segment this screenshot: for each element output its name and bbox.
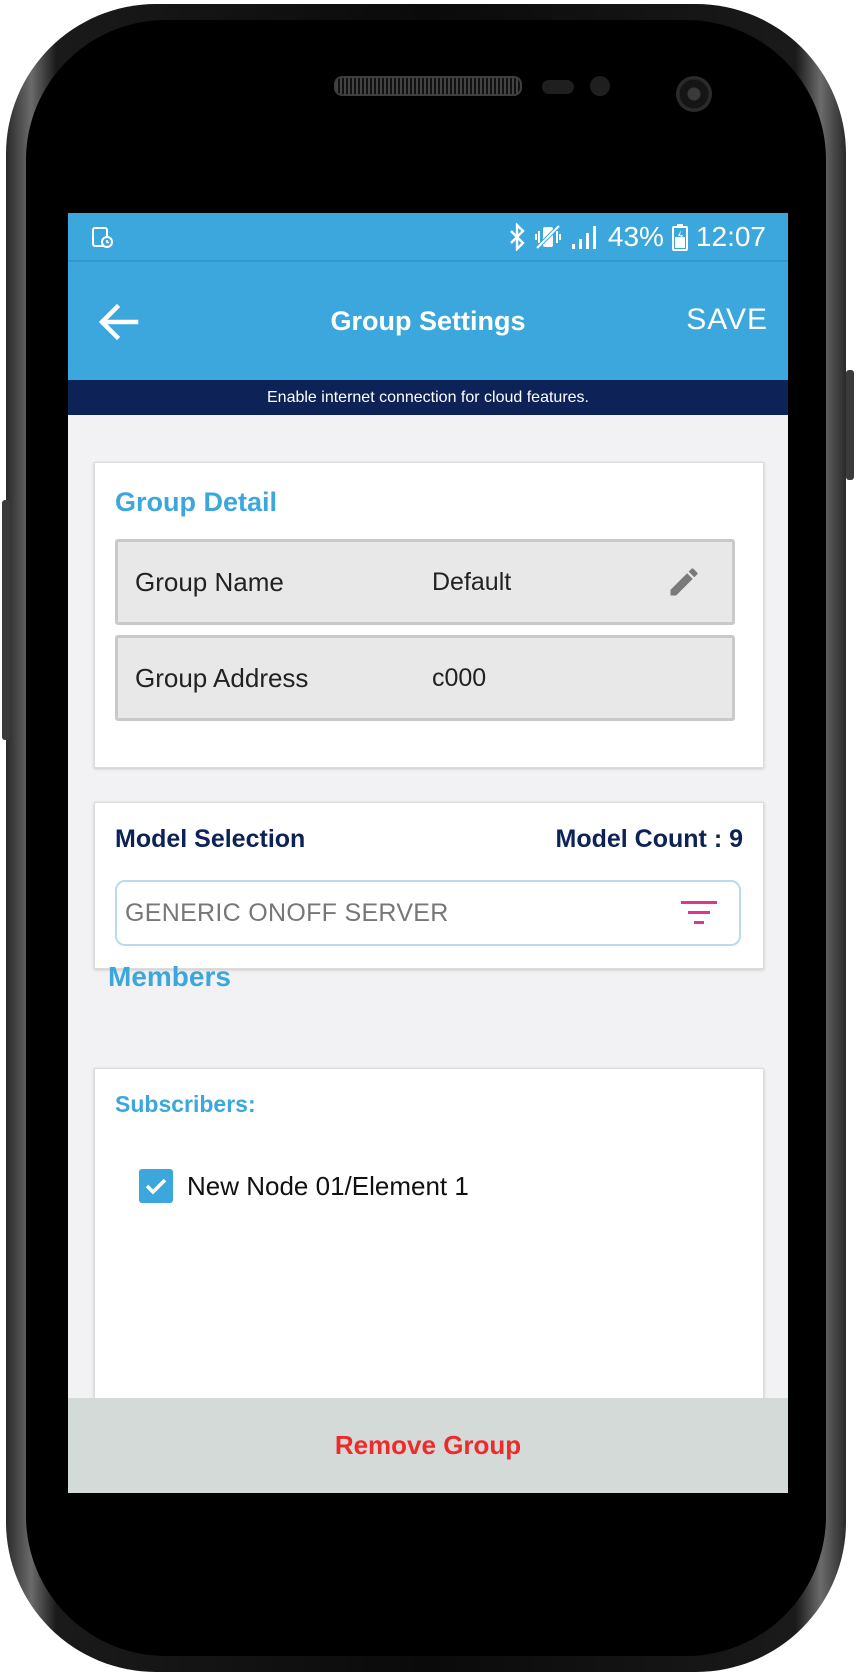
model-selection-card: Model Selection Model Count : 9 GENERIC … xyxy=(94,802,764,969)
group-address-row: Group Address c000 xyxy=(115,635,735,721)
status-bar: 43% 12:07 xyxy=(68,213,788,262)
group-detail-card: Group Detail Group Name Default Group Ad… xyxy=(94,462,764,768)
power-button xyxy=(846,370,854,480)
app-screen: 43% 12:07 Group Settings SAVE Enable int… xyxy=(68,213,788,1493)
bluetooth-icon xyxy=(510,223,525,251)
battery-percent: 43% xyxy=(607,221,664,252)
group-name-row[interactable]: Group Name Default xyxy=(115,539,735,625)
group-address-label: Group Address xyxy=(135,663,309,693)
battery-icon xyxy=(671,224,688,251)
subscriber-name[interactable]: New Node 01/Element 1 xyxy=(187,1165,469,1207)
group-name-value: Default xyxy=(432,568,512,596)
app-bar: Group Settings SAVE xyxy=(68,262,788,380)
model-count: Model Count : 9 xyxy=(555,825,743,853)
model-select-dropdown[interactable]: GENERIC ONOFF SERVER xyxy=(115,880,741,946)
save-button[interactable]: SAVE xyxy=(686,298,768,342)
proximity-sensor xyxy=(542,80,574,94)
pencil-icon[interactable] xyxy=(666,564,702,600)
vibrate-icon xyxy=(534,224,561,250)
clock-time: 12:07 xyxy=(695,221,766,252)
group-name-label: Group Name xyxy=(135,567,284,597)
group-detail-title: Group Detail xyxy=(115,487,278,517)
remove-group-button[interactable]: Remove Group xyxy=(335,1398,521,1493)
content-area: Group Detail Group Name Default Group Ad… xyxy=(68,415,788,1493)
subscriber-checkbox[interactable] xyxy=(139,1169,173,1203)
light-sensor xyxy=(590,76,610,96)
earpiece-speaker xyxy=(334,76,522,96)
front-camera xyxy=(676,76,712,112)
connectivity-banner: Enable internet connection for cloud fea… xyxy=(68,380,788,415)
remove-group-bar: Remove Group xyxy=(68,1398,788,1493)
members-title: Members xyxy=(108,961,231,992)
model-select-value: GENERIC ONOFF SERVER xyxy=(125,899,449,927)
page-title: Group Settings xyxy=(330,306,526,336)
notification-icon xyxy=(92,227,113,248)
subscribers-title: Subscribers: xyxy=(115,1091,256,1117)
filter-icon[interactable] xyxy=(679,898,719,928)
group-address-value: c000 xyxy=(432,664,487,692)
volume-button xyxy=(2,500,10,740)
checkmark-icon xyxy=(145,1178,167,1195)
signal-icon xyxy=(571,226,596,249)
model-selection-title: Model Selection xyxy=(115,825,306,853)
